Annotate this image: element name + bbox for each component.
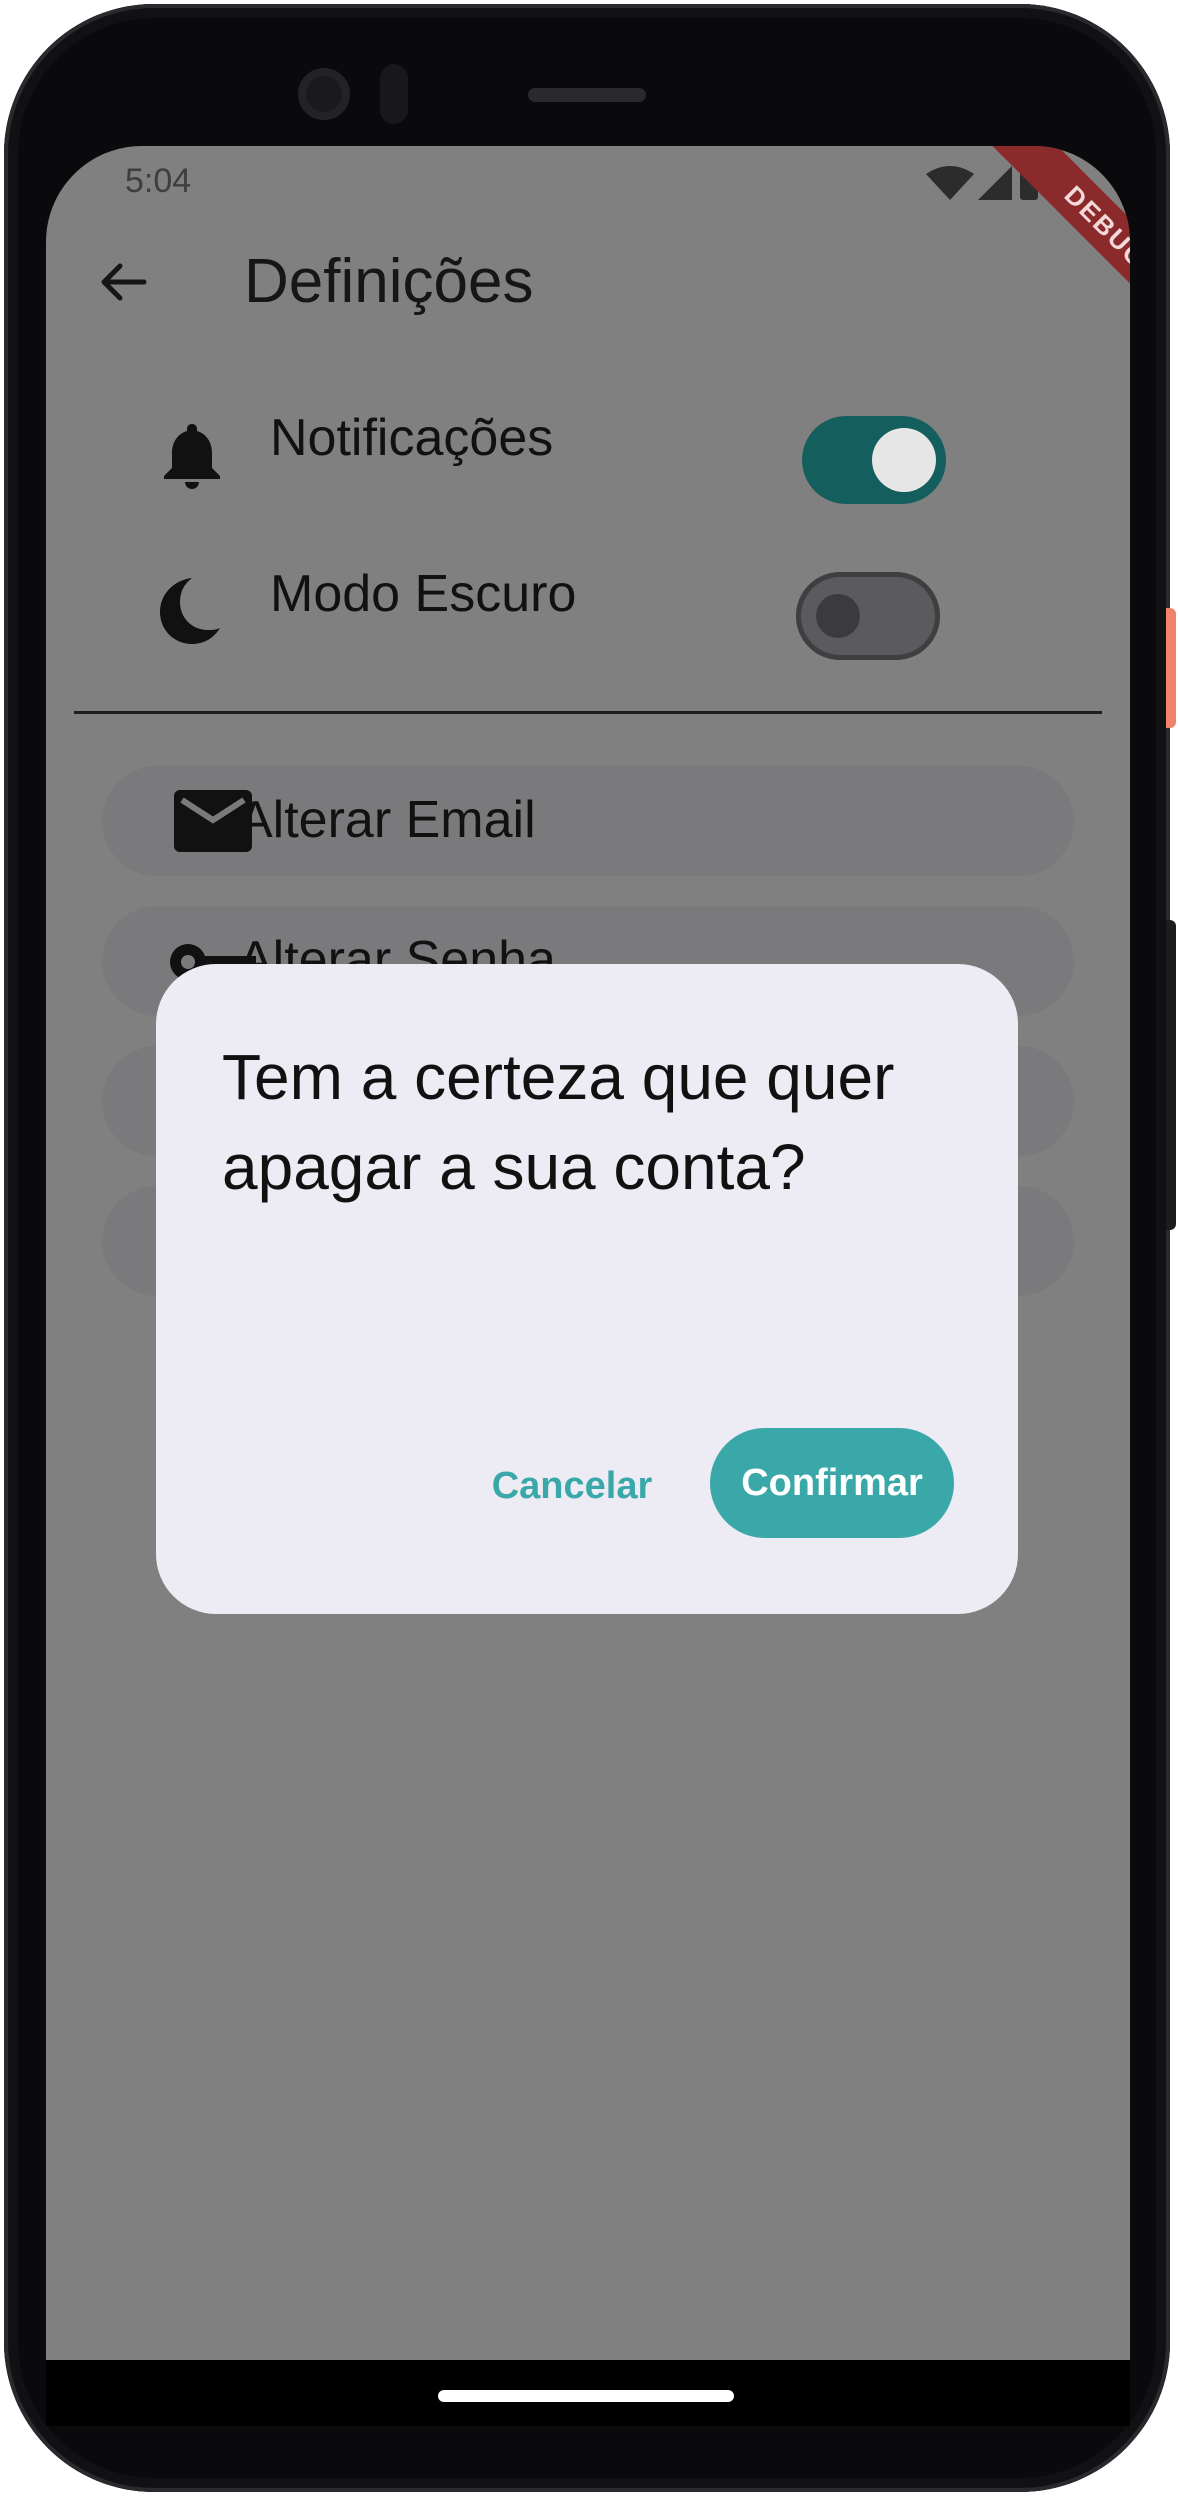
change-email-label: Alterar Email [238, 791, 536, 849]
toggle-knob [816, 594, 860, 638]
dialog-message: Tem a certeza que quer apagar a sua cont… [222, 1041, 895, 1203]
phone-side-button [1166, 920, 1176, 1230]
back-arrow-icon[interactable] [94, 254, 150, 310]
dark-mode-toggle[interactable] [796, 572, 940, 660]
section-divider [74, 711, 1102, 714]
page-title: Definições [244, 247, 534, 316]
signal-icon [978, 166, 1012, 200]
bell-icon [164, 424, 220, 489]
front-camera [298, 68, 350, 120]
home-indicator[interactable] [438, 2390, 734, 2402]
notifications-label: Notificações [270, 409, 554, 467]
notifications-toggle[interactable] [802, 416, 946, 504]
toggle-knob [872, 428, 936, 492]
phone-side-button-accent [1166, 608, 1176, 728]
dark-mode-label: Modo Escuro [270, 565, 577, 623]
earpiece-speaker [528, 88, 646, 102]
confirm-button[interactable]: Confirmar [710, 1428, 954, 1538]
moon-icon [160, 578, 220, 644]
cancel-button[interactable]: Cancelar [482, 1446, 662, 1526]
wifi-icon [926, 166, 974, 200]
proximity-sensor [380, 64, 408, 124]
delete-account-dialog: Tem a certeza que quer apagar a sua cont… [156, 964, 1018, 1614]
status-time: 5:04 [125, 162, 192, 200]
